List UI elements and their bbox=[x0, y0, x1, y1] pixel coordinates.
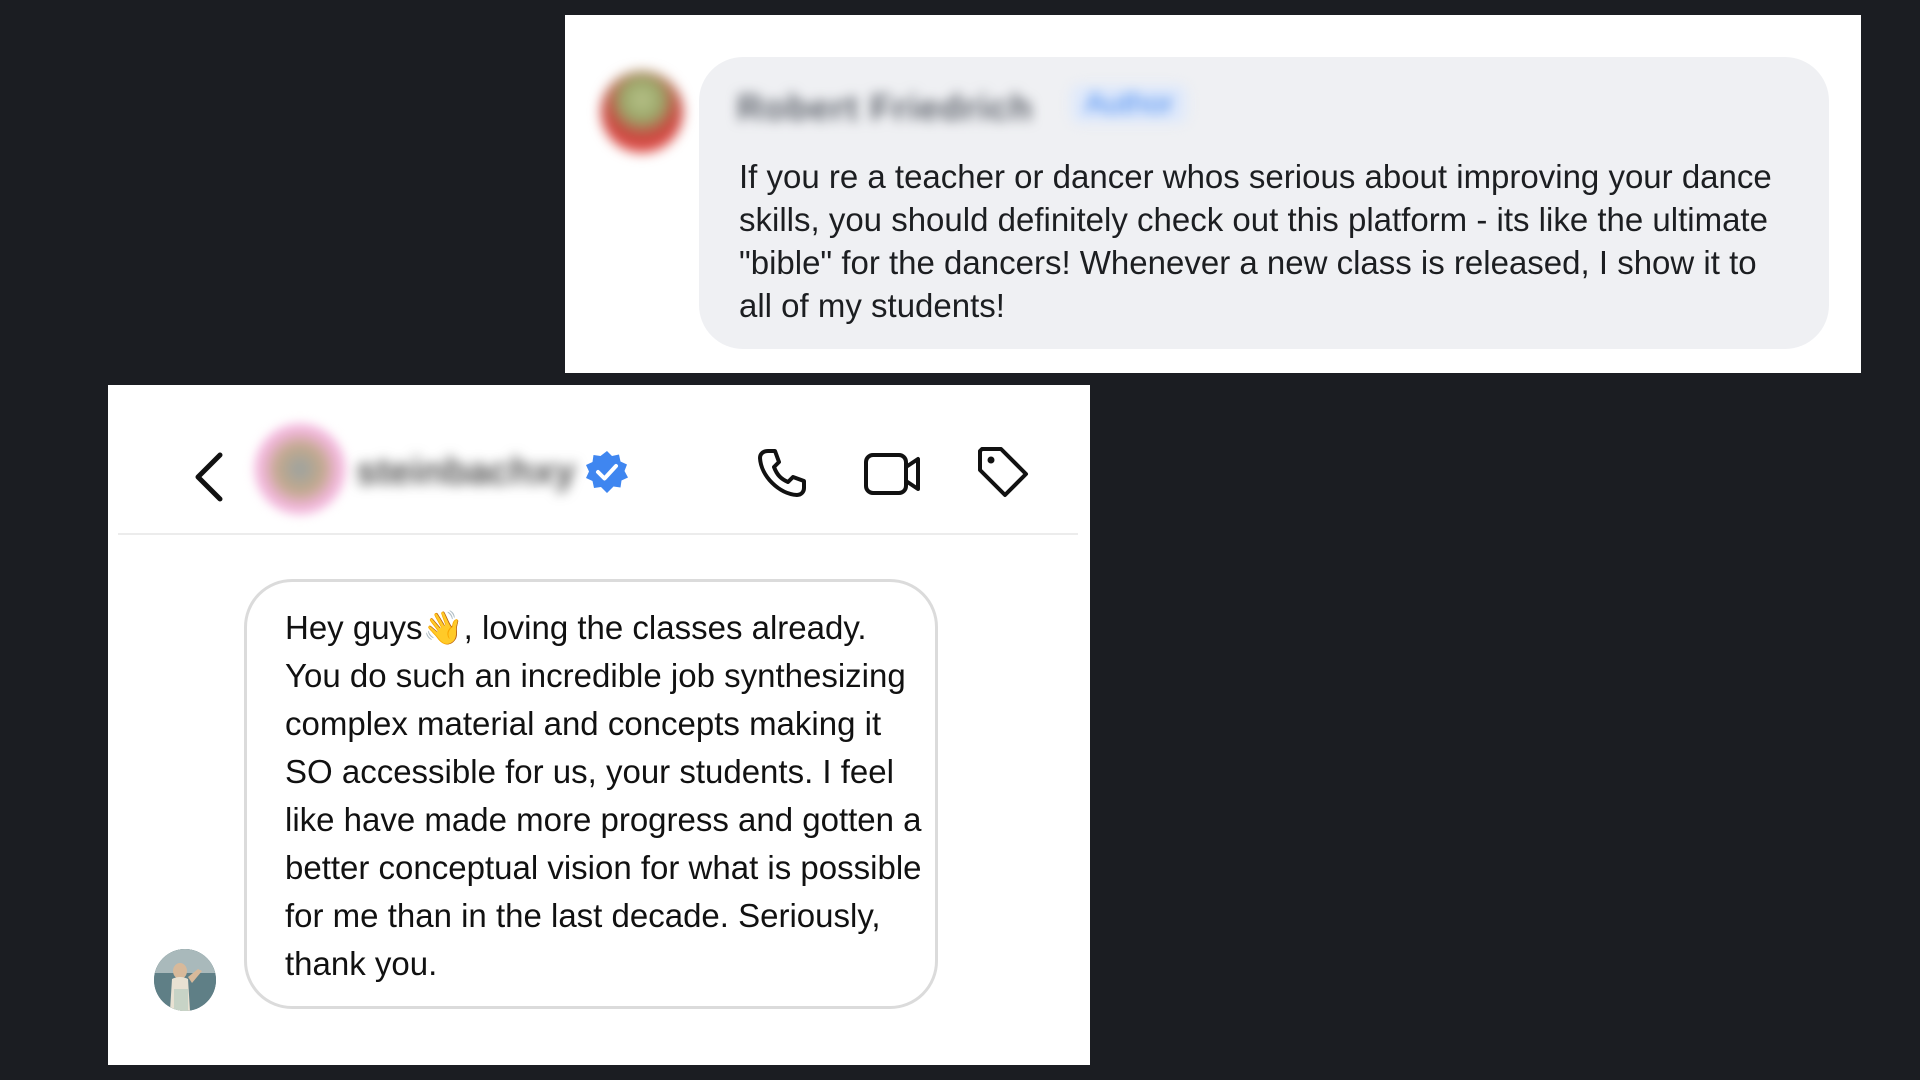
phone-icon bbox=[758, 449, 806, 497]
contact-username[interactable]: steinbachxy bbox=[356, 451, 576, 494]
back-button[interactable] bbox=[188, 447, 232, 507]
author-badge: Author bbox=[1071, 85, 1188, 123]
call-button[interactable] bbox=[754, 445, 810, 501]
comment-card: Robert Friedrich Author If you re a teac… bbox=[565, 15, 1861, 373]
video-camera-icon bbox=[864, 453, 920, 495]
commenter-avatar[interactable] bbox=[601, 71, 683, 153]
message-text: Hey guys👋, loving the classes already. Y… bbox=[285, 609, 922, 982]
contact-avatar[interactable] bbox=[254, 423, 346, 515]
tag-button[interactable] bbox=[974, 443, 1032, 501]
back-icon bbox=[195, 452, 223, 502]
comment-bubble: Robert Friedrich Author If you re a teac… bbox=[699, 57, 1829, 349]
message-bubble: Hey guys👋, loving the classes already. Y… bbox=[244, 579, 938, 1009]
commenter-name[interactable]: Robert Friedrich bbox=[737, 87, 1033, 129]
video-call-button[interactable] bbox=[862, 445, 924, 501]
tag-icon bbox=[978, 447, 1028, 497]
comment-text: If you re a teacher or dancer whos serio… bbox=[739, 158, 1772, 324]
sender-avatar[interactable] bbox=[154, 949, 216, 1011]
dm-card: steinbachxy Hey guys👋, loving the classe… bbox=[108, 385, 1090, 1065]
sender-photo-icon bbox=[154, 949, 216, 1011]
verified-icon bbox=[586, 451, 628, 493]
dm-header: steinbachxy bbox=[118, 385, 1078, 535]
